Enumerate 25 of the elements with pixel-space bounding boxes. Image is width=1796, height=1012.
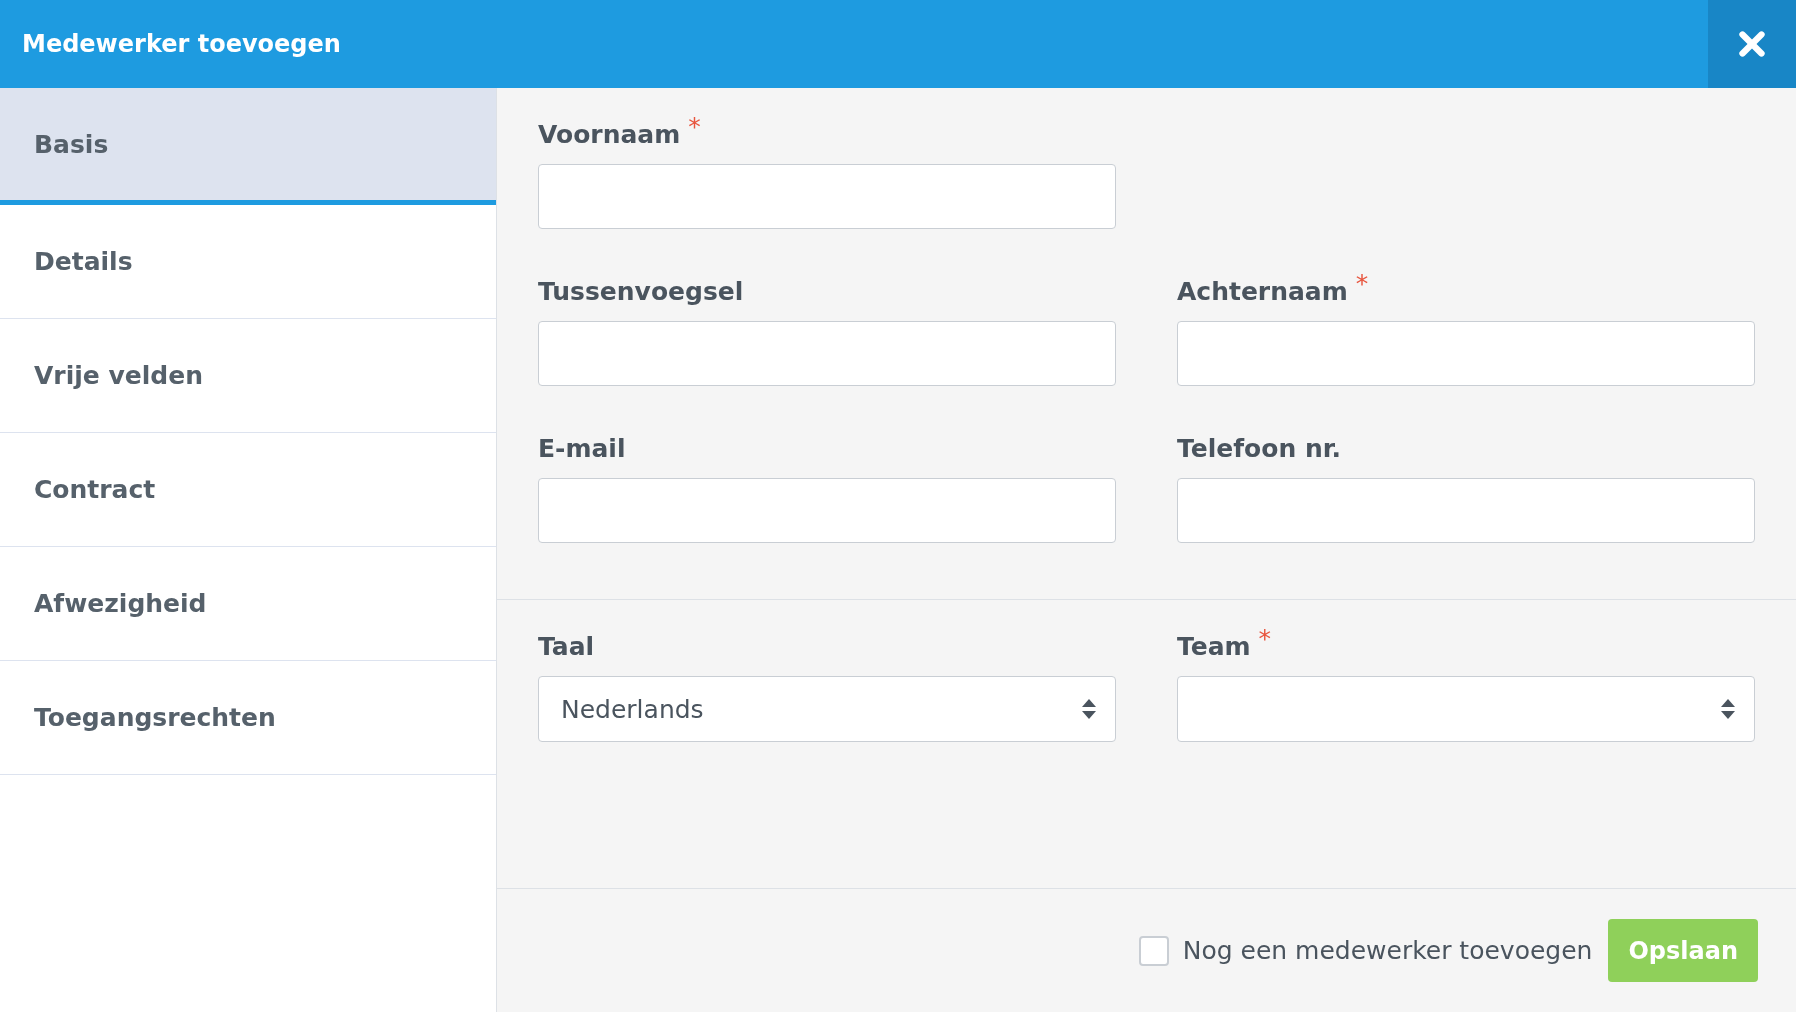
input-field[interactable]: [1177, 478, 1755, 543]
sort-arrows-icon: [1720, 698, 1736, 720]
field-label: E-mail: [538, 434, 626, 463]
input-field[interactable]: [1177, 321, 1755, 386]
checkbox-label: Nog een medewerker toevoegen: [1182, 936, 1593, 965]
select-field[interactable]: [1177, 676, 1755, 742]
dialog-title: Medewerker toevoegen: [22, 30, 341, 58]
sort-arrows-icon: [1081, 698, 1097, 720]
close-button[interactable]: [1708, 0, 1796, 88]
checkbox[interactable]: [1138, 935, 1169, 966]
field-label: Tussenvoegsel: [538, 277, 744, 306]
select-field[interactable]: Nederlands: [538, 676, 1116, 742]
sidebar-tab[interactable]: Basis: [0, 88, 496, 205]
input-field[interactable]: [538, 478, 1116, 543]
field-label: Telefoon nr.: [1177, 434, 1341, 463]
field-label: Taal: [538, 632, 595, 661]
field-label: Achternaam: [1177, 277, 1348, 306]
required-asterisk: *: [1355, 271, 1369, 296]
field-label: Team: [1177, 632, 1251, 661]
input-field[interactable]: [538, 321, 1116, 386]
select-value: Nederlands: [561, 694, 704, 724]
required-asterisk: *: [1258, 626, 1272, 651]
required-asterisk: *: [688, 114, 701, 139]
field-label: Voornaam: [538, 120, 681, 149]
input-field[interactable]: [538, 164, 1116, 229]
